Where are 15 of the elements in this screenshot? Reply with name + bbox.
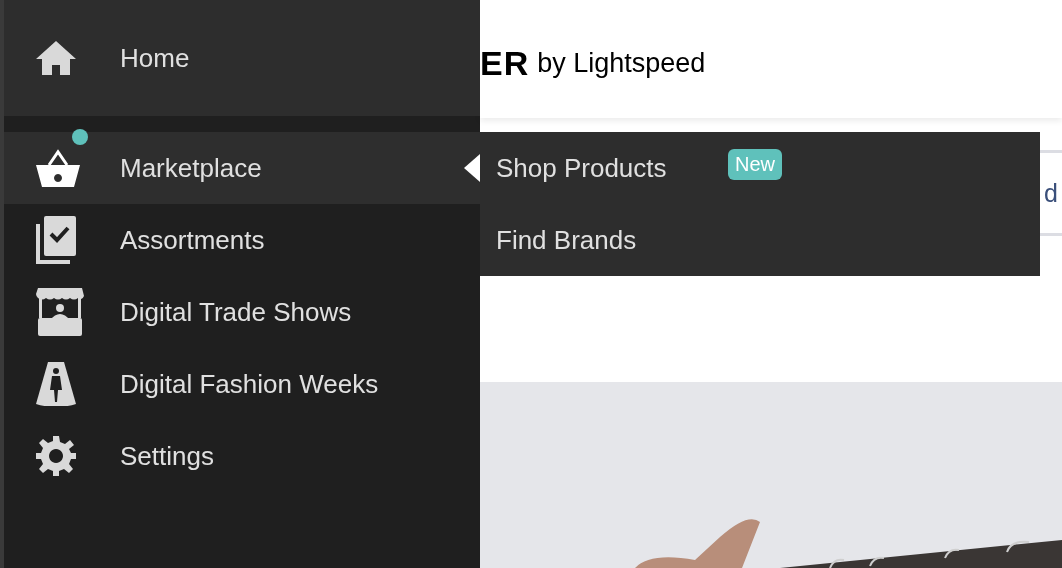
home-icon [36, 41, 76, 75]
pointer-icon [464, 154, 480, 182]
sidebar-item[interactable]: Home [4, 0, 480, 116]
booth-icon [36, 288, 84, 336]
new-badge: New [728, 148, 782, 180]
settings-icon [36, 436, 76, 476]
logo-mark: ER [480, 43, 530, 83]
nav-link[interactable]: d [1044, 178, 1058, 208]
submenu-item[interactable]: Shop Products [496, 152, 728, 184]
submenu-item[interactable]: Find Brands [496, 224, 728, 256]
sidebar-item[interactable]: Marketplace [4, 132, 480, 204]
logo-text: by Lightspeed [537, 47, 706, 79]
checklist-icon [36, 216, 76, 264]
basket-icon [36, 149, 80, 187]
runway-icon [36, 362, 76, 406]
